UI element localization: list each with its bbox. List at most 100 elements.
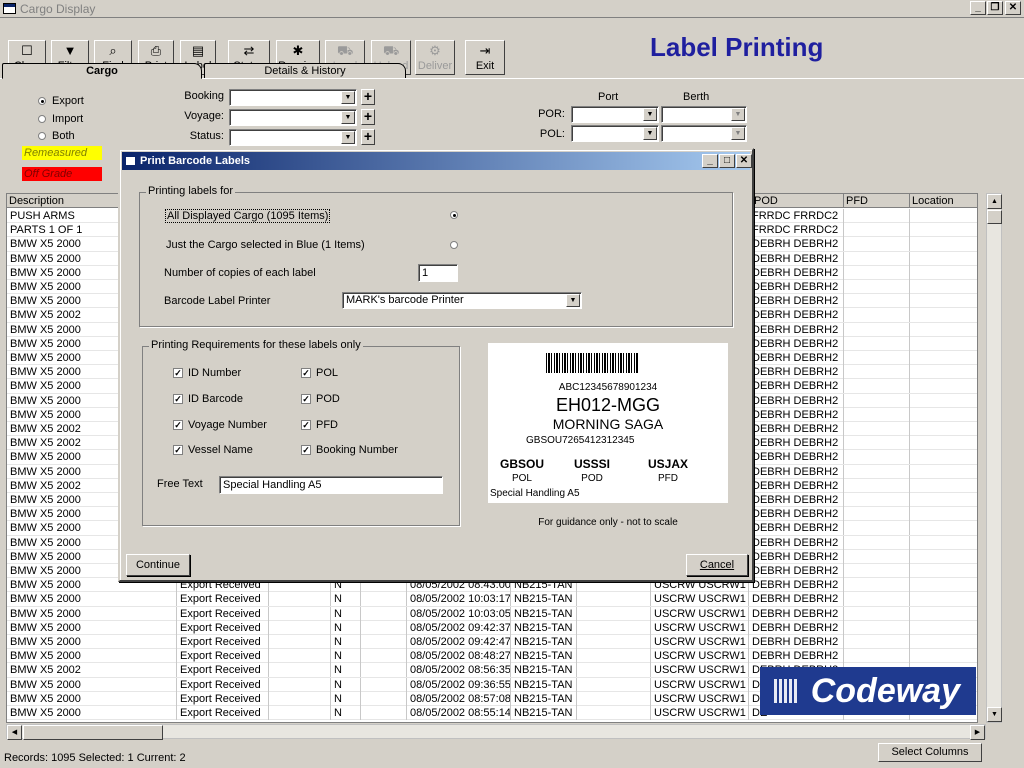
status-combo[interactable]: ▼ [229, 129, 357, 146]
checkbox-icon[interactable]: ✓ [173, 445, 183, 456]
cell-date: 08/05/2002 08:56:35 [407, 663, 511, 678]
table-row[interactable]: BMW X5 2000 Export Received N 08/05/2002 09… [7, 620, 977, 635]
check-pol[interactable]: ✓ POL [301, 367, 338, 379]
cell-voyage: NB215-TAN [511, 691, 577, 706]
close-button[interactable]: ✕ [1005, 1, 1021, 15]
cell-status: Export Received [177, 677, 269, 692]
berth-column-label: Berth [683, 91, 710, 103]
radio-selected-cargo[interactable] [450, 239, 464, 251]
check-pfd[interactable]: ✓ PFD [301, 419, 338, 431]
copies-input[interactable]: 1 [418, 264, 458, 282]
checkbox-icon[interactable]: ✓ [301, 420, 311, 431]
hscroll-thumb[interactable] [23, 725, 163, 740]
check-id-barcode[interactable]: ✓ ID Barcode [173, 393, 243, 405]
chevron-down-icon[interactable]: ▼ [731, 108, 745, 121]
scroll-right-icon[interactable]: ▶ [970, 725, 985, 740]
cell-pod: DEBRH DEBRH2 [749, 237, 844, 252]
table-row[interactable]: BMW X5 2000 Export Received N 08/05/2002 09… [7, 635, 977, 650]
cell-voyage: NB215-TAN [511, 620, 577, 635]
radio-both[interactable]: Both [38, 130, 75, 142]
select-columns-button[interactable]: Select Columns [878, 743, 982, 762]
radio-dot [38, 97, 46, 106]
preview-line2: MORNING SAGA [552, 416, 664, 432]
cell-flag: N [331, 592, 361, 607]
check-booking-number[interactable]: ✓ Booking Number [301, 444, 398, 456]
checkbox-icon[interactable]: ✓ [173, 420, 183, 431]
col-header-location[interactable]: Location [910, 194, 977, 208]
booking-combo[interactable]: ▼ [229, 89, 357, 106]
check-voyage-number[interactable]: ✓ Voyage Number [173, 419, 267, 431]
cell-location [910, 294, 977, 308]
cell-por: USCRW USCRW1 [651, 620, 749, 635]
pol-port-combo[interactable]: ▼ [571, 125, 659, 142]
cell-blank [577, 677, 651, 692]
cell-pod: DEBRH DEBRH2 [749, 564, 844, 578]
chevron-down-icon[interactable]: ▼ [731, 127, 745, 140]
pol-berth-combo[interactable]: ▼ [661, 125, 747, 142]
table-row[interactable]: BMW X5 2000 Export Received N 08/05/2002 08… [7, 649, 977, 664]
guidance-note: For guidance only - not to scale [538, 517, 678, 528]
dialog-maximize-button[interactable]: □ [719, 154, 735, 168]
col-header-pfd[interactable]: PFD [844, 194, 910, 208]
scroll-left-icon[interactable]: ◀ [7, 725, 22, 740]
printer-select[interactable]: MARK's barcode Printer ▼ [342, 292, 582, 309]
voyage-combo[interactable]: ▼ [229, 109, 357, 126]
checkbox-icon[interactable]: ✓ [301, 368, 311, 379]
cell-blank [361, 706, 407, 720]
grid-vertical-scrollbar[interactable]: ▲ ▼ [986, 193, 1002, 723]
table-row[interactable]: BMW X5 2000 Export Received N 08/05/2002 10… [7, 592, 977, 607]
checkbox-icon[interactable]: ✓ [301, 394, 311, 405]
tab-details-history[interactable]: Details & History [204, 63, 406, 79]
status-add-button[interactable]: + [361, 129, 375, 145]
cell-flag: N [331, 606, 361, 621]
check-vessel-name[interactable]: ✓ Vessel Name [173, 444, 253, 456]
dialog-close-button[interactable]: ✕ [736, 154, 752, 168]
cell-pod: DEBRH DEBRH2 [749, 436, 844, 451]
cell-flag: N [331, 649, 361, 664]
printer-label: Barcode Label Printer [164, 295, 271, 307]
cell-pfd [844, 464, 910, 479]
chevron-down-icon[interactable]: ▼ [341, 111, 355, 124]
radio-import[interactable]: Import [38, 113, 83, 125]
chevron-down-icon[interactable]: ▼ [341, 131, 355, 144]
option-selected-label[interactable]: Just the Cargo selected in Blue (1 Items… [166, 239, 365, 251]
por-berth-combo[interactable]: ▼ [661, 106, 747, 123]
printer-icon: ⎙ [150, 43, 162, 58]
booking-add-button[interactable]: + [361, 89, 375, 105]
radio-export[interactable]: Export [38, 95, 84, 107]
cell-flag: N [331, 706, 361, 720]
continue-button[interactable]: Continue [126, 554, 190, 576]
free-text-input[interactable]: Special Handling A5 [219, 476, 443, 494]
table-row[interactable]: BMW X5 2000 Export Received N 08/05/2002 10… [7, 606, 977, 621]
chevron-down-icon[interactable]: ▼ [341, 91, 355, 104]
checkbox-icon[interactable]: ✓ [301, 445, 311, 456]
tab-cargo[interactable]: Cargo [2, 63, 202, 79]
toolbar-deliver-button[interactable]: ⚙ Deliver [415, 40, 455, 75]
checkbox-icon[interactable]: ✓ [173, 368, 183, 379]
por-port-combo[interactable]: ▼ [571, 106, 659, 123]
cancel-button[interactable]: Cancel [686, 554, 748, 576]
cell-pfd [844, 521, 910, 536]
chevron-down-icon[interactable]: ▼ [566, 294, 580, 307]
chevron-down-icon[interactable]: ▼ [643, 127, 657, 140]
scroll-thumb[interactable] [987, 210, 1002, 224]
cell-pfd [844, 322, 910, 337]
grid-horizontal-scrollbar[interactable]: ◀ ▶ [6, 724, 986, 740]
cell-blank [577, 649, 651, 664]
minimize-button[interactable]: _ [970, 1, 986, 15]
check-pod[interactable]: ✓ POD [301, 393, 340, 405]
radio-all-cargo[interactable] [450, 209, 464, 221]
scroll-up-icon[interactable]: ▲ [987, 194, 1002, 209]
scroll-down-icon[interactable]: ▼ [987, 707, 1002, 722]
restore-button[interactable]: ❐ [987, 1, 1003, 15]
voyage-add-button[interactable]: + [361, 109, 375, 125]
dialog-minimize-button[interactable]: _ [702, 154, 718, 168]
checkbox-icon[interactable]: ✓ [173, 394, 183, 405]
chevron-down-icon[interactable]: ▼ [643, 108, 657, 121]
cell-location [910, 536, 977, 550]
cell-location [910, 394, 977, 408]
col-header-pod[interactable]: POD [752, 194, 844, 208]
check-id-number[interactable]: ✓ ID Number [173, 367, 241, 379]
toolbar-exit-button[interactable]: ⇥ Exit [465, 40, 505, 75]
option-all-label[interactable]: All Displayed Cargo (1095 Items) [165, 209, 331, 223]
